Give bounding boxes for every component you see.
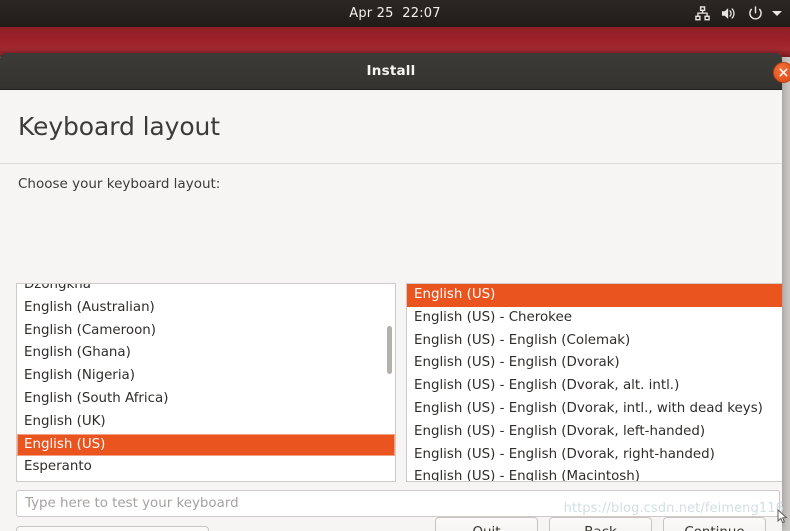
list-item[interactable]: English (US) - English (Dvorak, alt. int… [407,375,782,398]
list-item[interactable]: English (US) [17,434,395,457]
variant-list[interactable]: English (US)English (US) - CherokeeEngli… [406,283,782,482]
list-item[interactable]: English (US) - English (Colemak) [407,330,782,353]
window-title: Install [367,63,416,79]
mouse-cursor [777,509,788,528]
list-item[interactable]: English (South Africa) [17,388,395,411]
chevron-down-icon[interactable] [772,11,782,16]
volume-icon[interactable] [721,6,737,21]
close-icon[interactable] [773,62,790,83]
keyboard-selection-area: DzongkhaEnglish (Australian)English (Cam… [0,283,782,482]
clock[interactable]: Apr 25 22:07 [349,6,441,21]
list-item[interactable]: English (Ghana) [17,342,395,365]
network-icon[interactable] [695,6,710,21]
list-item[interactable]: English (Cameroon) [17,320,395,343]
list-item[interactable]: Dzongkha [17,283,395,297]
layout-list-scrollbar[interactable] [387,326,392,374]
navigation-buttons: Quit Back Continue [435,517,766,531]
instruction-label: Choose your keyboard layout: [0,164,782,192]
list-item[interactable]: English (US) - Cherokee [407,307,782,330]
list-item[interactable]: English (UK) [17,411,395,434]
detect-keyboard-layout-button[interactable]: Detect Keyboard Layout [16,526,209,531]
quit-button[interactable]: Quit [435,517,538,531]
page-title: Keyboard layout [0,90,782,141]
watermark: https://blog.csdn.net/feimeng116 [564,501,784,516]
power-icon[interactable] [748,6,763,21]
layout-list[interactable]: DzongkhaEnglish (Australian)English (Cam… [16,283,396,482]
list-item[interactable]: English (US) - English (Dvorak) [407,352,782,375]
top-panel: Apr 25 22:07 [0,0,790,27]
back-button[interactable]: Back [549,517,652,531]
list-item[interactable]: Esperanto [17,456,395,479]
window-body: Keyboard layout Choose your keyboard lay… [0,90,782,531]
list-item[interactable]: English (US) - English (Dvorak, intl., w… [407,398,782,421]
list-item[interactable]: English (US) - English (Dvorak, right-ha… [407,444,782,467]
list-item[interactable]: English (US) - English (Macintosh) [407,466,782,482]
install-window: Install Keyboard layout Choose your keyb… [0,53,782,530]
system-tray [695,0,786,27]
list-item[interactable]: English (US) [407,284,782,307]
list-item[interactable]: English (Nigeria) [17,365,395,388]
window-titlebar[interactable]: Install [0,53,782,90]
list-item[interactable]: English (US) - English (Dvorak, left-han… [407,421,782,444]
continue-button[interactable]: Continue [663,517,766,531]
list-item[interactable]: English (Australian) [17,297,395,320]
